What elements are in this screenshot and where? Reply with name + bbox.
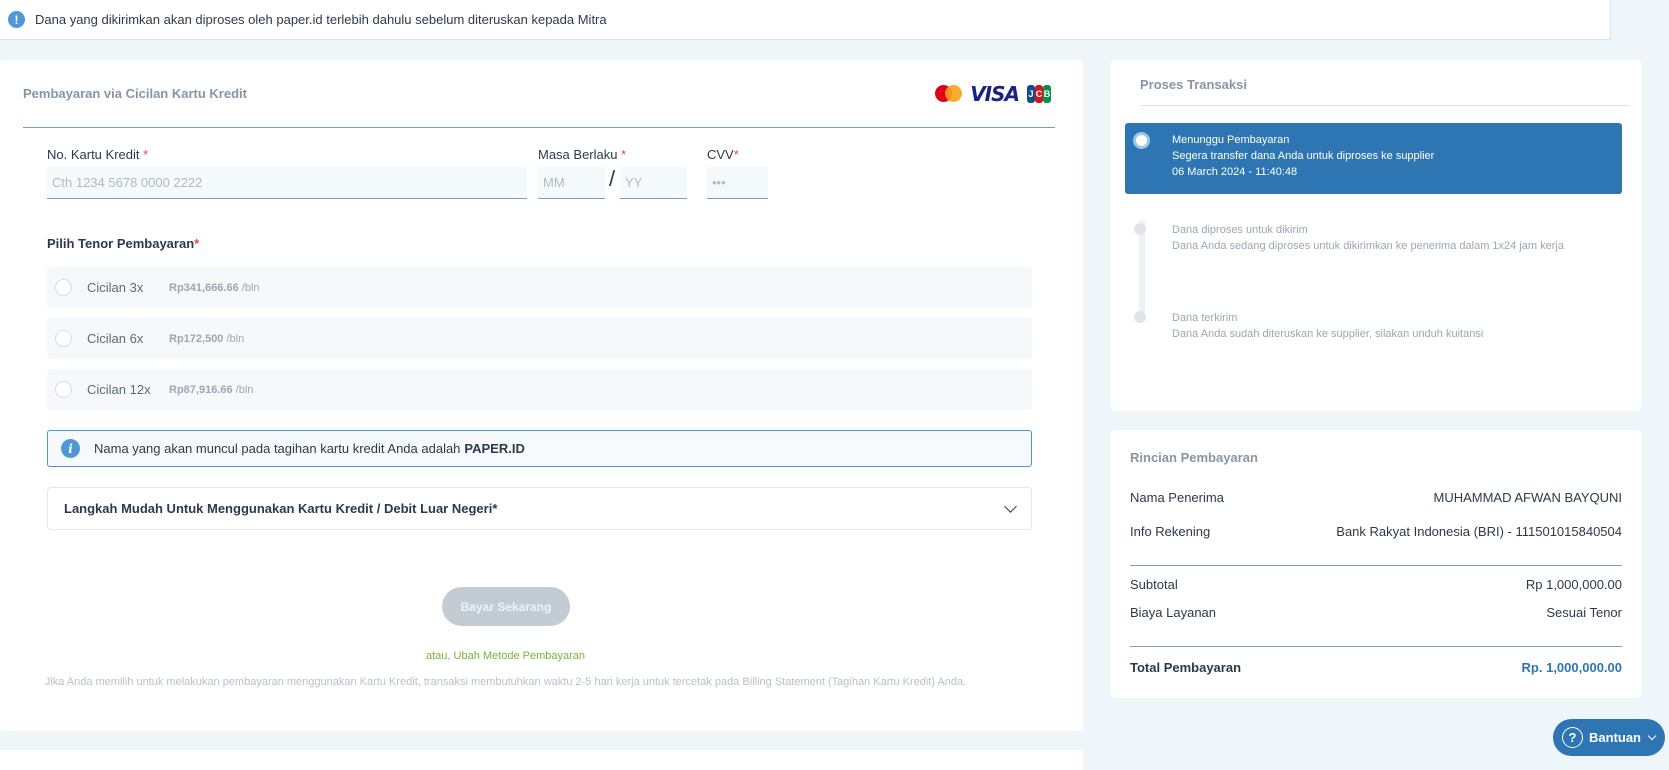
tenor-title: Pilih Tenor Pembayaran* xyxy=(47,236,200,251)
step-waiting-payment: Menunggu Pembayaran Segera transfer dana… xyxy=(1125,123,1622,194)
step-sent: Dana terkirim Dana Anda sudah diteruskan… xyxy=(1172,312,1484,340)
expiry-label: Masa Berlaku * xyxy=(538,147,627,162)
help-button[interactable]: ? Bantuan xyxy=(1553,719,1665,756)
tenor-option-6x[interactable]: Cicilan 6x Rp172,500 /bln xyxy=(47,318,1032,359)
process-title: Proses Transaksi xyxy=(1140,77,1630,106)
expiry-separator: / xyxy=(609,166,616,191)
question-icon: ? xyxy=(1562,727,1583,748)
account-row: Info Rekening Bank Rakyat Indonesia (BRI)… xyxy=(1130,524,1622,539)
chevron-down-icon xyxy=(1647,731,1657,741)
notice-bar: ! Dana yang dikirimkan akan diproses ole… xyxy=(0,0,1611,40)
recipient-row: Nama Penerima MUHAMMAD AFWAN BAYQUNI xyxy=(1130,490,1622,505)
radio-button[interactable] xyxy=(55,279,72,296)
credit-card-disclaimer: Jika Anda memilih untuk melakukan pembay… xyxy=(44,676,967,688)
chevron-down-icon xyxy=(1004,499,1017,513)
radio-button[interactable] xyxy=(55,381,72,398)
payment-header: Pembayaran via Cicilan Kartu Kredit VISA… xyxy=(23,60,1055,128)
exclamation-icon: ! xyxy=(8,11,25,28)
cvv-label: CVV* xyxy=(707,147,739,162)
tenor-option-3x[interactable]: Cicilan 3x Rp341,666.66 /bln xyxy=(47,267,1032,308)
card-number-input[interactable]: Cth 1234 5678 0000 2222 xyxy=(47,167,527,199)
billing-name-info: i Nama yang akan muncul pada tagihan kar… xyxy=(47,430,1032,467)
payment-title: Pembayaran via Cicilan Kartu Kredit xyxy=(23,86,247,101)
expiry-year-input[interactable]: YY xyxy=(620,167,687,199)
payment-card: Pembayaran via Cicilan Kartu Kredit VISA… xyxy=(0,60,1083,731)
divider xyxy=(1130,646,1622,647)
step-indicator xyxy=(1133,132,1150,149)
details-title: Rincian Pembayaran xyxy=(1130,450,1258,465)
tenor-option-12x[interactable]: Cicilan 12x Rp87,916.66 /bln xyxy=(47,369,1032,410)
radio-button[interactable] xyxy=(55,330,72,347)
mastercard-logo xyxy=(935,85,963,102)
visa-logo: VISA xyxy=(970,81,1020,106)
total-row: Total Pembayaran Rp. 1,000,000.00 xyxy=(1130,660,1622,675)
jcb-logo: JCB xyxy=(1027,84,1051,103)
foreign-card-guide-accordion[interactable]: Langkah Mudah Untuk Menggunakan Kartu Kr… xyxy=(47,487,1032,530)
step-processing: Dana diproses untuk dikirim Dana Anda se… xyxy=(1172,224,1564,252)
card-logos: VISA JCB xyxy=(935,82,1051,106)
payment-details-card: Rincian Pembayaran Nama Penerima MUHAMMAD… xyxy=(1111,430,1641,698)
notice-text: Dana yang dikirimkan akan diproses oleh … xyxy=(35,12,607,27)
service-fee-row: Biaya Layanan Sesuai Tenor xyxy=(1130,605,1622,620)
card-number-label: No. Kartu Kredit * xyxy=(47,147,149,162)
transaction-process-card: Proses Transaksi Menunggu Pembayaran Seg… xyxy=(1111,60,1641,411)
cvv-input[interactable]: ••• xyxy=(707,167,768,199)
next-card-edge xyxy=(0,750,1083,770)
change-payment-method-link[interactable]: atau, Ubah Metode Pembayaran xyxy=(0,650,1011,662)
pay-now-button[interactable]: Bayar Sekarang xyxy=(442,587,570,626)
step-indicator xyxy=(1134,311,1146,323)
subtotal-row: Subtotal Rp 1,000,000.00 xyxy=(1130,577,1622,592)
step-indicator xyxy=(1134,223,1146,235)
divider xyxy=(1130,565,1622,566)
expiry-month-input[interactable]: MM xyxy=(538,167,605,199)
info-icon: i xyxy=(61,439,80,458)
